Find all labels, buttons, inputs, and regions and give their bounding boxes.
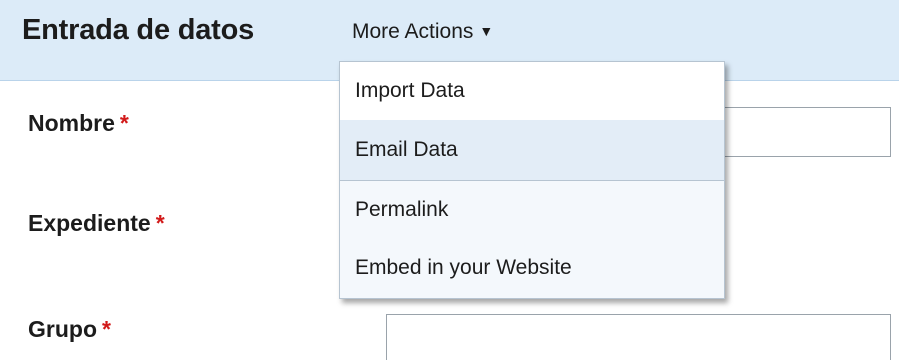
menu-item-import-data[interactable]: Import Data — [340, 62, 724, 120]
required-marker: * — [119, 110, 129, 136]
caret-down-icon: ▼ — [479, 23, 494, 39]
expediente-label-text: Expediente — [28, 210, 151, 236]
required-marker: * — [155, 210, 165, 236]
menu-item-embed-website[interactable]: Embed in your Website — [340, 239, 724, 297]
nombre-input[interactable] — [710, 107, 891, 157]
nombre-label-text: Nombre — [28, 110, 115, 136]
more-actions-button[interactable]: More Actions ▼ — [352, 20, 493, 44]
page-title: Entrada de datos — [22, 14, 255, 46]
nombre-label: Nombre * — [28, 110, 129, 137]
more-actions-menu: Import Data Email Data Permalink Embed i… — [339, 61, 725, 299]
expediente-label: Expediente * — [28, 210, 165, 237]
menu-item-permalink[interactable]: Permalink — [340, 181, 724, 239]
required-marker: * — [102, 316, 111, 342]
grupo-label-text: Grupo — [28, 316, 97, 342]
menu-item-email-data[interactable]: Email Data — [340, 120, 724, 180]
grupo-input[interactable] — [386, 314, 891, 360]
grupo-label: Grupo * — [28, 316, 111, 343]
more-actions-label: More Actions — [352, 20, 474, 43]
